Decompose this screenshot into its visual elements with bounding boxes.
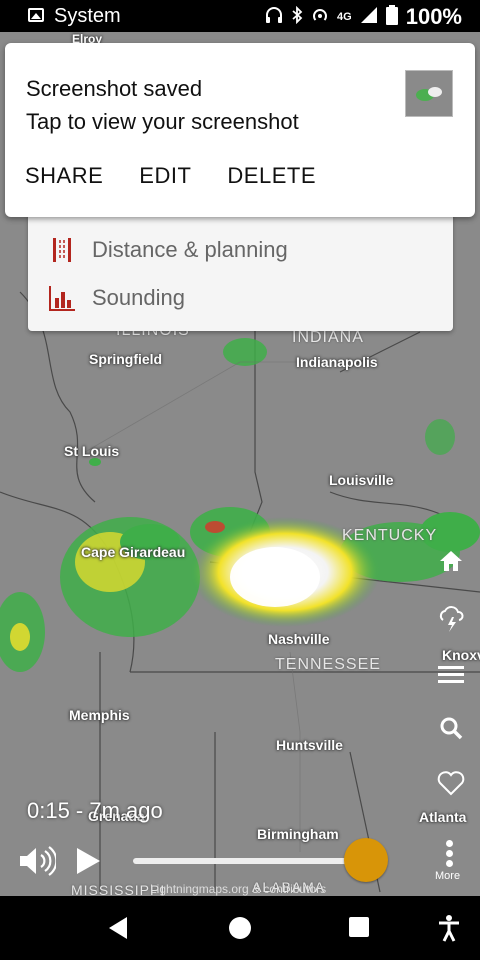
play-button[interactable] xyxy=(74,846,102,876)
search-button[interactable] xyxy=(434,713,468,747)
navigation-bar xyxy=(0,896,480,960)
search-icon xyxy=(439,716,463,745)
recents-icon xyxy=(346,917,372,944)
accessibility-button[interactable] xyxy=(436,914,464,942)
map-label-huntsville: Huntsville xyxy=(276,737,343,753)
menu-button[interactable] xyxy=(434,660,468,694)
back-icon xyxy=(105,917,131,946)
map-label-birmingham: Birmingham xyxy=(257,826,339,842)
home-nav-button[interactable] xyxy=(226,914,254,942)
home-icon xyxy=(438,548,464,579)
notification-title: Screenshot saved xyxy=(26,76,203,101)
more-button[interactable]: More xyxy=(433,838,467,884)
menu-item-label: Distance & planning xyxy=(92,237,288,262)
headphones-icon xyxy=(265,6,283,29)
map-label-st-louis: St Louis xyxy=(64,443,120,459)
screenshot-thumbnail[interactable] xyxy=(405,70,453,117)
accessibility-icon xyxy=(436,915,462,946)
battery-percent: 100% xyxy=(405,4,462,29)
time-label: 0:15 - 7m ago xyxy=(27,798,163,823)
screenshot-notification[interactable]: Screenshot saved Tap to view your screen… xyxy=(5,43,475,217)
favorite-button[interactable] xyxy=(434,768,468,802)
heart-icon xyxy=(437,770,465,801)
map-label-atlanta: Atlanta xyxy=(419,809,467,825)
lightning-cloud-icon xyxy=(437,604,465,639)
timeline-slider-handle[interactable] xyxy=(343,838,388,882)
network-type: 4G xyxy=(337,11,352,23)
map-label-indiana: INDIANA xyxy=(292,329,364,346)
map-label-indianapolis: Indianapolis xyxy=(296,354,378,370)
menu-item-distance-planning[interactable]: Distance & planning xyxy=(48,230,288,270)
edit-button[interactable]: EDIT xyxy=(139,163,191,189)
back-button[interactable] xyxy=(105,914,133,942)
more-vert-icon xyxy=(446,840,454,870)
map-label-tennessee: TENNESSEE xyxy=(275,656,381,673)
map-attribution: Lightningmaps.org & contributors xyxy=(150,882,327,896)
more-label: More xyxy=(435,870,461,882)
menu-item-label: Sounding xyxy=(92,285,185,310)
notification-text[interactable]: Tap to view your screenshot xyxy=(26,109,299,135)
map-label-memphis: Memphis xyxy=(69,707,130,723)
image-icon xyxy=(28,8,44,22)
home-button[interactable] xyxy=(434,546,468,580)
battery-icon xyxy=(385,4,398,30)
menu-item-sounding[interactable]: Sounding xyxy=(48,278,185,318)
speaker-icon xyxy=(18,846,58,881)
signal-icon xyxy=(360,6,378,29)
play-icon xyxy=(74,848,102,880)
map-label-cape-girardeau: Cape Girardeau xyxy=(81,544,186,560)
sound-button[interactable] xyxy=(18,845,58,877)
status-bar: System 4G 100% xyxy=(0,0,480,32)
menu-icon xyxy=(438,664,464,691)
home-circle-icon xyxy=(226,917,254,946)
hotspot-icon xyxy=(311,6,329,29)
map-label-nashville: Nashville xyxy=(268,631,330,647)
notification-actions: SHARE EDIT DELETE xyxy=(25,163,316,189)
lightning-layer-button[interactable] xyxy=(434,604,468,638)
map-label-springfield: Springfield xyxy=(89,351,163,367)
tools-menu: Distance & planning Sounding xyxy=(28,205,453,331)
bluetooth-icon xyxy=(291,5,303,29)
status-app-name: System xyxy=(54,5,121,27)
map-label-louisville: Louisville xyxy=(329,472,394,488)
bar-chart-icon xyxy=(48,284,76,312)
map-label-kentucky: KENTUCKY xyxy=(342,527,438,544)
status-icons: 4G 100% xyxy=(265,4,462,30)
ruler-icon xyxy=(48,236,76,264)
recents-button[interactable] xyxy=(346,914,374,942)
delete-button[interactable]: DELETE xyxy=(227,163,316,189)
share-button[interactable]: SHARE xyxy=(25,163,103,189)
